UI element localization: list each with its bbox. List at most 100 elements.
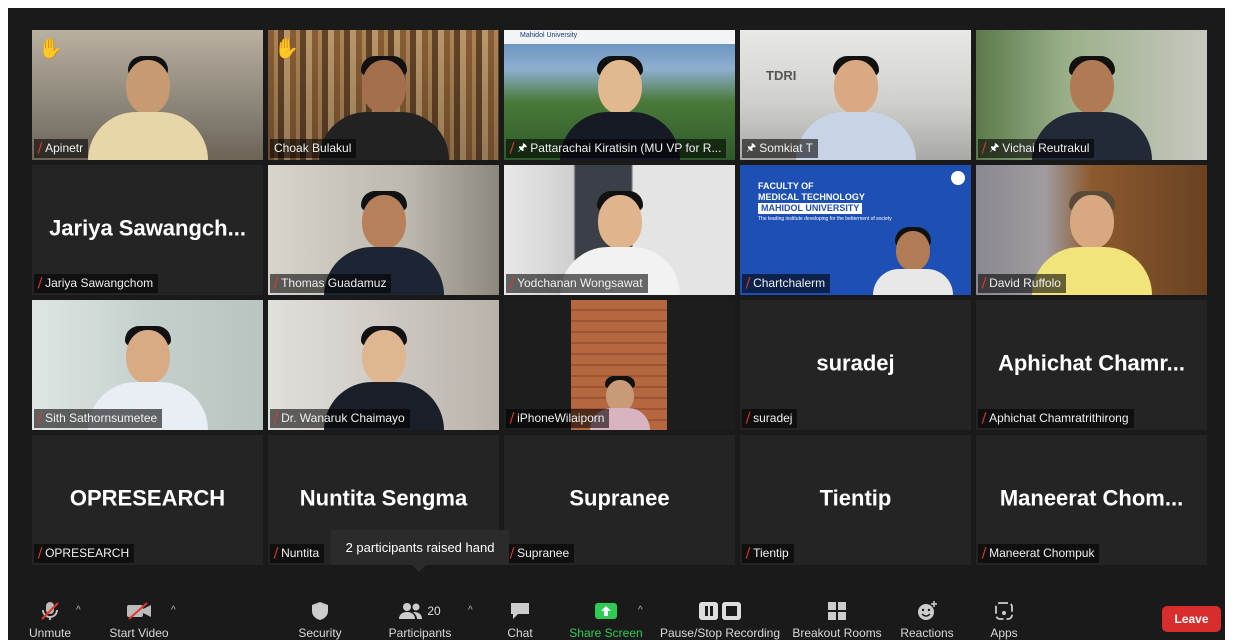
mic-muted-icon: ⧸ <box>274 411 279 425</box>
video-tile-chartchalerm[interactable]: FACULTY OF MEDICAL TECHNOLOGY MAHIDOL UN… <box>740 165 971 295</box>
display-name: Tientip <box>819 485 892 511</box>
video-tile-apinetr[interactable]: ✋ ⧸ Apinetr <box>32 30 263 160</box>
video-tile-maneerat[interactable]: Maneerat Chom... ⧸ Maneerat Chompuk <box>976 435 1207 565</box>
chat-button[interactable]: Chat <box>500 596 540 640</box>
video-tile-supranee[interactable]: Supranee ⧸ Supranee <box>504 435 735 565</box>
video-tile-choak-bulakul[interactable]: ✋ Choak Bulakul <box>268 30 499 160</box>
breakout-rooms-icon <box>827 599 847 623</box>
share-screen-button[interactable]: Share Screen <box>568 596 644 640</box>
display-name: Jariya Sawangch... <box>49 215 246 241</box>
name-label: ⧸ 🖈 Vichai Reutrakul <box>978 139 1095 158</box>
mic-muted-icon: ⧸ <box>746 411 751 425</box>
video-tile-sith[interactable]: ⧸ Sith Sathornsumetee <box>32 300 263 430</box>
apps-icon <box>994 599 1014 623</box>
share-options-chevron-icon[interactable]: ^ <box>638 605 643 616</box>
name-label: ⧸ Sith Sathornsumetee <box>34 409 163 428</box>
name-label: ⧸ Nuntita <box>270 544 325 563</box>
tdri-logo: TDRI <box>766 68 797 83</box>
meeting-toolbar: Unmute ^ Start Video ^ Security 20 Parti… <box>8 596 1225 640</box>
display-name: Aphichat Chamr... <box>997 350 1186 376</box>
participants-chevron-icon[interactable]: ^ <box>468 605 473 616</box>
name-label: ⧸ iPhoneWilaiporn <box>506 409 610 428</box>
security-button[interactable]: Security <box>292 596 348 640</box>
audio-options-chevron-icon[interactable]: ^ <box>76 605 81 616</box>
mahidol-seal-icon <box>951 171 965 185</box>
video-tile-suradej[interactable]: suradej ⧸ suradej <box>740 300 971 430</box>
video-tile-yodchanan[interactable]: ⧸ Yodchanan Wongsawat <box>504 165 735 295</box>
participant-video <box>87 42 208 160</box>
participant-video <box>873 221 954 295</box>
share-screen-icon <box>594 599 618 623</box>
video-tile-wanaruk[interactable]: ⧸ Dr. Wanaruk Chaimayo <box>268 300 499 430</box>
raised-hand-icon: ✋ <box>274 38 299 60</box>
mic-muted-icon: ⧸ <box>510 276 515 290</box>
mic-muted-icon: ⧸ <box>510 141 515 155</box>
mic-muted-icon: ⧸ <box>510 411 515 425</box>
mic-muted-icon: ⧸ <box>746 276 751 290</box>
chat-icon <box>509 599 531 623</box>
pin-icon: 🖈 <box>746 142 757 154</box>
participants-button[interactable]: 20 Participants <box>386 596 454 640</box>
name-label: ⧸ Apinetr <box>34 139 89 158</box>
people-icon <box>399 603 423 619</box>
mic-muted-icon: ⧸ <box>982 411 987 425</box>
zoom-meeting-window: ✋ ⧸ Apinetr ✋ Choak Bulakul Mahidol Unive… <box>8 8 1225 640</box>
video-off-icon <box>126 599 152 623</box>
name-label: ⧸ Maneerat Chompuk <box>978 544 1100 563</box>
display-name: Supranee <box>569 485 670 511</box>
mic-muted-icon: ⧸ <box>274 546 279 560</box>
name-label: ⧸ 🖈 Pattarachai Kiratisin (MU VP for R... <box>506 139 727 158</box>
name-label: ⧸ David Ruffolo <box>978 274 1066 293</box>
display-name: suradej <box>816 350 895 376</box>
mic-muted-icon: ⧸ <box>38 141 43 155</box>
video-tile-jariya[interactable]: Jariya Sawangch... ⧸ Jariya Sawangchom <box>32 165 263 295</box>
shield-icon <box>311 599 329 623</box>
name-label: ⧸ suradej <box>742 409 798 428</box>
video-tile-tientip[interactable]: Tientip ⧸ Tientip <box>740 435 971 565</box>
name-label: ⧸ Dr. Wanaruk Chaimayo <box>270 409 410 428</box>
video-tile-pattarachai[interactable]: Mahidol University ⧸ 🖈 Pattarachai Kiratis… <box>504 30 735 160</box>
participants-count: 20 <box>427 604 441 618</box>
start-video-button[interactable]: Start Video <box>106 596 172 640</box>
name-label: ⧸ Aphichat Chamratrithirong <box>978 409 1134 428</box>
display-name: Nuntita Sengma <box>299 485 468 511</box>
mic-muted-icon: ⧸ <box>510 546 515 560</box>
display-name: OPRESEARCH <box>69 485 226 511</box>
video-tile-iphonewilaiporn[interactable]: ⧸ iPhoneWilaiporn <box>504 300 735 430</box>
raised-hand-tooltip: 2 participants raised hand <box>331 530 509 572</box>
pause-stop-recording-button[interactable]: Pause/Stop Recording <box>658 596 782 640</box>
video-tile-aphichat[interactable]: Aphichat Chamr... ⧸ Aphichat Chamratrithi… <box>976 300 1207 430</box>
video-tile-somkiat-t[interactable]: TDRI 🖈 Somkiat T <box>740 30 971 160</box>
mic-muted-icon: ⧸ <box>38 276 43 290</box>
reactions-button[interactable]: Reactions <box>896 596 958 640</box>
smile-plus-icon <box>916 599 938 623</box>
faculty-slide: FACULTY OF MEDICAL TECHNOLOGY MAHIDOL UN… <box>758 181 892 222</box>
leave-button[interactable]: Leave <box>1162 606 1221 632</box>
apps-button[interactable]: Apps <box>982 596 1026 640</box>
unmute-button[interactable]: Unmute <box>22 596 78 640</box>
mic-muted-icon: ⧸ <box>982 141 987 155</box>
pin-icon: 🖈 <box>989 142 1000 154</box>
mic-muted-icon: ⧸ <box>982 276 987 290</box>
name-label: 🖈 Somkiat T <box>742 139 818 158</box>
name-label: ⧸ Thomas Guadamuz <box>270 274 392 293</box>
mic-muted-icon: ⧸ <box>38 411 43 425</box>
mic-muted-icon: ⧸ <box>274 276 279 290</box>
video-tile-opresearch[interactable]: OPRESEARCH ⧸ OPRESEARCH <box>32 435 263 565</box>
video-tile-vichai-reutrakul[interactable]: ⧸ 🖈 Vichai Reutrakul <box>976 30 1207 160</box>
name-label: ⧸ Tientip <box>742 544 794 563</box>
video-tile-david-ruffolo[interactable]: ⧸ David Ruffolo <box>976 165 1207 295</box>
name-label: ⧸ Supranee <box>506 544 575 563</box>
name-label: ⧸ OPRESEARCH <box>34 544 135 563</box>
mic-muted-icon: ⧸ <box>38 546 43 560</box>
name-label: ⧸ Jariya Sawangchom <box>34 274 159 293</box>
name-label: Choak Bulakul <box>270 139 357 158</box>
breakout-rooms-button[interactable]: Breakout Rooms <box>790 596 884 640</box>
pause-stop-icon <box>698 599 742 623</box>
mic-muted-icon: ⧸ <box>746 546 751 560</box>
video-options-chevron-icon[interactable]: ^ <box>171 605 176 616</box>
display-name: Maneerat Chom... <box>999 485 1184 511</box>
name-label: ⧸ Yodchanan Wongsawat <box>506 274 648 293</box>
video-tile-thomas-guadamuz[interactable]: ⧸ Thomas Guadamuz <box>268 165 499 295</box>
pin-icon: 🖈 <box>517 142 528 154</box>
